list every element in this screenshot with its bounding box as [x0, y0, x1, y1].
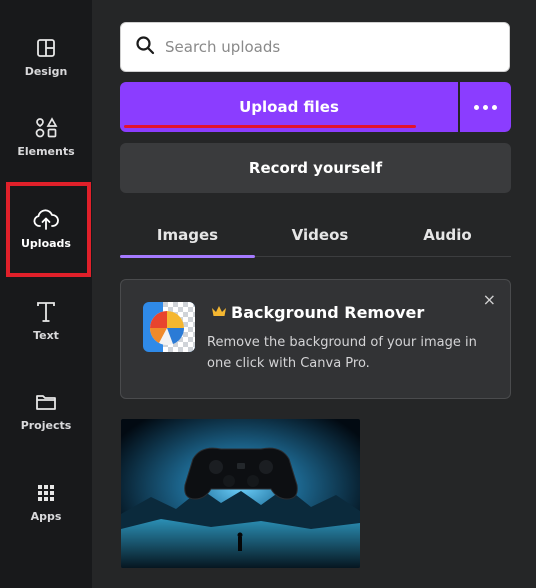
uploaded-image-thumbnail[interactable] [121, 419, 360, 568]
sidebar-item-label: Projects [20, 418, 72, 432]
red-annotation-underline [124, 125, 416, 128]
folder-icon [31, 387, 61, 417]
more-dots-icon [474, 104, 479, 110]
tab-images[interactable]: Images [135, 220, 240, 250]
text-icon [31, 297, 61, 327]
search-box[interactable] [120, 22, 510, 72]
sidebar-item-label: Apps [30, 509, 62, 523]
close-icon[interactable]: × [483, 290, 496, 309]
beach-ball-thumbnail-icon [143, 302, 195, 352]
sidebar-item-design[interactable]: Design [4, 20, 88, 90]
sidebar-item-text[interactable]: Text [4, 284, 88, 354]
search-input[interactable] [165, 38, 485, 56]
side-navigation-rail: Design Elements Uploads Text Projects Ap… [0, 0, 92, 588]
tab-audio[interactable]: Audio [400, 220, 495, 250]
search-icon [135, 35, 155, 60]
sidebar-item-elements[interactable]: Elements [4, 100, 88, 170]
sidebar-item-apps[interactable]: Apps [4, 465, 88, 535]
uploads-highlight-box [6, 182, 91, 277]
sidebar-item-label: Elements [17, 144, 75, 158]
promo-title: Background Remover [231, 303, 425, 322]
background-remover-promo[interactable]: Background Remover Remove the background… [120, 279, 511, 399]
sidebar-item-label: Text [33, 328, 59, 342]
more-dot [483, 104, 488, 110]
more-dot [492, 104, 497, 110]
promo-description: Remove the background of your image in o… [207, 335, 477, 371]
elements-icon [31, 113, 61, 143]
more-options-button[interactable] [460, 82, 511, 132]
crown-icon [211, 304, 227, 323]
record-yourself-button[interactable]: Record yourself [120, 143, 511, 193]
tab-videos[interactable]: Videos [270, 220, 370, 250]
sidebar-item-label: Design [24, 64, 68, 78]
design-icon [31, 33, 61, 63]
sidebar-item-projects[interactable]: Projects [4, 374, 88, 444]
active-tab-indicator [120, 255, 255, 258]
apps-grid-icon [31, 478, 61, 508]
